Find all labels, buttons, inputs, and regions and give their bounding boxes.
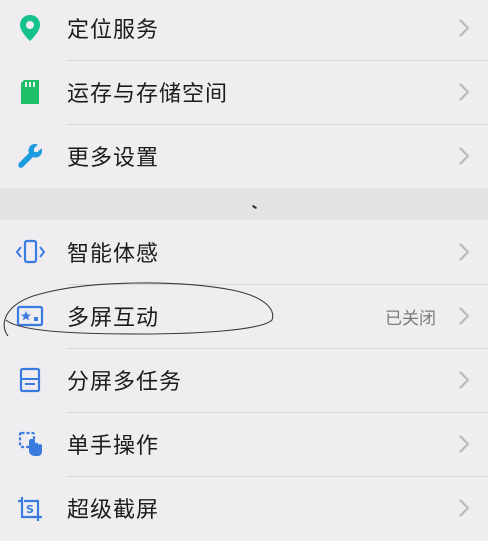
row-split-screen[interactable]: 分屏多任务	[0, 348, 488, 412]
screenshot-icon: S	[14, 492, 46, 524]
sd-card-icon	[14, 76, 46, 108]
row-super-screenshot[interactable]: S 超级截屏	[0, 476, 488, 540]
location-pin-icon	[14, 12, 46, 44]
status-value: 已关闭	[385, 308, 436, 329]
row-memory-storage[interactable]: 运存与存储空间	[0, 60, 488, 124]
row-label: 智能体感	[67, 242, 160, 267]
screen-cast-icon	[14, 300, 46, 332]
settings-group-features: 智能体感 多屏互动 已关闭 分屏多任务 单手操作 S 超级截屏	[0, 220, 488, 540]
row-label: 运存与存储空间	[67, 82, 229, 107]
chevron-right-icon	[459, 83, 470, 101]
one-hand-icon	[14, 428, 46, 460]
row-multi-screen[interactable]: 多屏互动 已关闭	[0, 284, 488, 348]
row-smart-motion[interactable]: 智能体感	[0, 220, 488, 284]
row-label: 定位服务	[67, 18, 160, 43]
split-screen-icon	[14, 364, 46, 396]
chevron-right-icon	[459, 435, 470, 453]
row-location-service[interactable]: 定位服务	[0, 0, 488, 60]
phone-motion-icon	[14, 236, 46, 268]
row-label: 单手操作	[67, 434, 160, 459]
section-divider	[0, 188, 488, 220]
chevron-right-icon	[459, 147, 470, 165]
settings-group-system: 定位服务 运存与存储空间 更多设置	[0, 0, 488, 188]
svg-text:S: S	[26, 503, 34, 516]
row-label: 分屏多任务	[67, 370, 183, 395]
row-label: 多屏互动	[67, 306, 160, 331]
row-one-hand[interactable]: 单手操作	[0, 412, 488, 476]
chevron-right-icon	[459, 307, 470, 325]
chevron-right-icon	[459, 243, 470, 261]
wrench-icon	[14, 140, 46, 172]
chevron-right-icon	[459, 499, 470, 517]
chevron-right-icon	[459, 371, 470, 389]
row-label: 更多设置	[67, 146, 160, 171]
row-more-settings[interactable]: 更多设置	[0, 124, 488, 188]
row-label: 超级截屏	[67, 498, 160, 523]
chevron-right-icon	[459, 19, 470, 37]
